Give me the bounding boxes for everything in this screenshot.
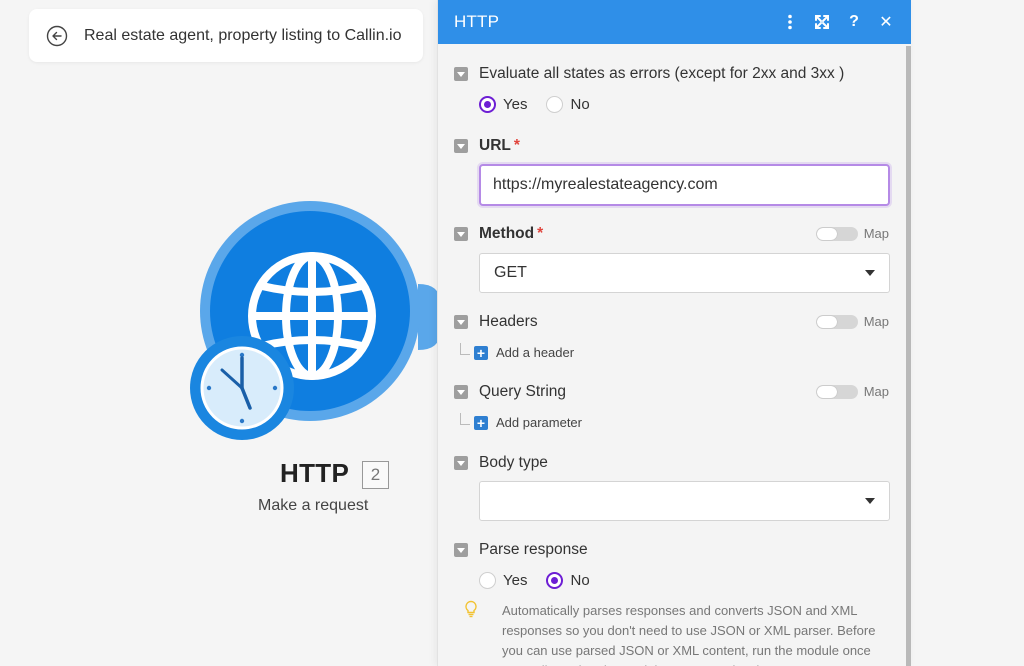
- method-select[interactable]: GET: [479, 253, 890, 293]
- caret-down-icon: [865, 498, 875, 504]
- collapse-toggle[interactable]: [454, 227, 468, 241]
- field-label: Parse response: [479, 541, 588, 558]
- scenario-title: Real estate agent, property listing to C…: [84, 26, 402, 44]
- required-mark: *: [513, 137, 520, 154]
- module-name: HTTP: [280, 458, 350, 488]
- field-label: Query String: [479, 383, 567, 400]
- panel-header: HTTP ? ✕: [438, 0, 911, 44]
- map-toggle[interactable]: Map: [815, 226, 889, 241]
- panel-title: HTTP: [454, 12, 500, 31]
- radio-label: Yes: [503, 96, 528, 113]
- scenario-breadcrumb: Real estate agent, property listing to C…: [29, 9, 423, 62]
- field-label: Evaluate all states as errors (except fo…: [479, 65, 845, 82]
- more-vertical-icon[interactable]: [781, 13, 799, 31]
- map-switch[interactable]: [815, 226, 858, 241]
- http-module-node[interactable]: [190, 198, 450, 458]
- module-number-badge: 2: [362, 461, 389, 489]
- field-label: URL *: [479, 137, 520, 154]
- evaluate-errors-options: Yes No: [479, 96, 609, 113]
- add-parameter-label[interactable]: Add parameter: [496, 415, 582, 430]
- module-action-label: Make a request: [258, 497, 369, 514]
- map-label: Map: [863, 226, 889, 241]
- plus-icon[interactable]: +: [474, 415, 488, 430]
- parse-response-options: Yes No: [479, 572, 609, 589]
- caret-down-icon: [865, 270, 875, 276]
- collapse-toggle[interactable]: [454, 315, 468, 329]
- radio-no[interactable]: [546, 572, 564, 589]
- method-selected-value: GET: [494, 264, 527, 281]
- http-module-graphic: [190, 201, 440, 440]
- map-toggle[interactable]: Map: [815, 314, 889, 329]
- help-icon[interactable]: ?: [845, 13, 863, 31]
- add-header-button[interactable]: + Add a header: [460, 342, 574, 360]
- back-button[interactable]: [46, 25, 68, 47]
- tree-connector: [460, 412, 470, 425]
- body-type-select[interactable]: [479, 481, 890, 521]
- radio-label: No: [570, 96, 590, 113]
- panel-scrollbar[interactable]: [906, 46, 911, 666]
- arrow-left-circle-icon: [46, 25, 68, 46]
- tree-connector: [460, 342, 470, 355]
- clock-icon: [190, 336, 294, 440]
- radio-no[interactable]: [546, 96, 564, 113]
- radio-label: Yes: [503, 572, 528, 589]
- collapse-toggle[interactable]: [454, 456, 468, 470]
- lightbulb-icon: [465, 600, 477, 618]
- map-toggle[interactable]: Map: [815, 384, 889, 399]
- radio-yes[interactable]: [479, 572, 496, 589]
- collapse-toggle[interactable]: [454, 139, 468, 153]
- collapse-toggle[interactable]: [454, 67, 468, 81]
- collapse-toggle[interactable]: [454, 543, 468, 557]
- radio-label: No: [570, 572, 590, 589]
- collapse-toggle[interactable]: [454, 385, 468, 399]
- add-header-label[interactable]: Add a header: [496, 345, 574, 360]
- map-switch[interactable]: [815, 384, 858, 399]
- map-label: Map: [863, 384, 889, 399]
- field-label: Method *: [479, 225, 544, 242]
- field-label: Body type: [479, 454, 548, 471]
- expand-icon[interactable]: [813, 13, 831, 31]
- map-switch[interactable]: [815, 314, 858, 329]
- plus-icon[interactable]: +: [474, 345, 488, 360]
- radio-yes[interactable]: [479, 96, 496, 113]
- field-label: Headers: [479, 313, 538, 330]
- close-icon[interactable]: ✕: [877, 13, 895, 31]
- required-mark: *: [537, 225, 544, 242]
- add-parameter-button[interactable]: + Add parameter: [460, 412, 582, 430]
- map-label: Map: [863, 314, 889, 329]
- module-settings-panel: HTTP ? ✕ Evaluate all states as errors (…: [437, 0, 911, 666]
- parse-response-hint: Automatically parses responses and conve…: [502, 603, 876, 666]
- url-input[interactable]: [479, 164, 890, 206]
